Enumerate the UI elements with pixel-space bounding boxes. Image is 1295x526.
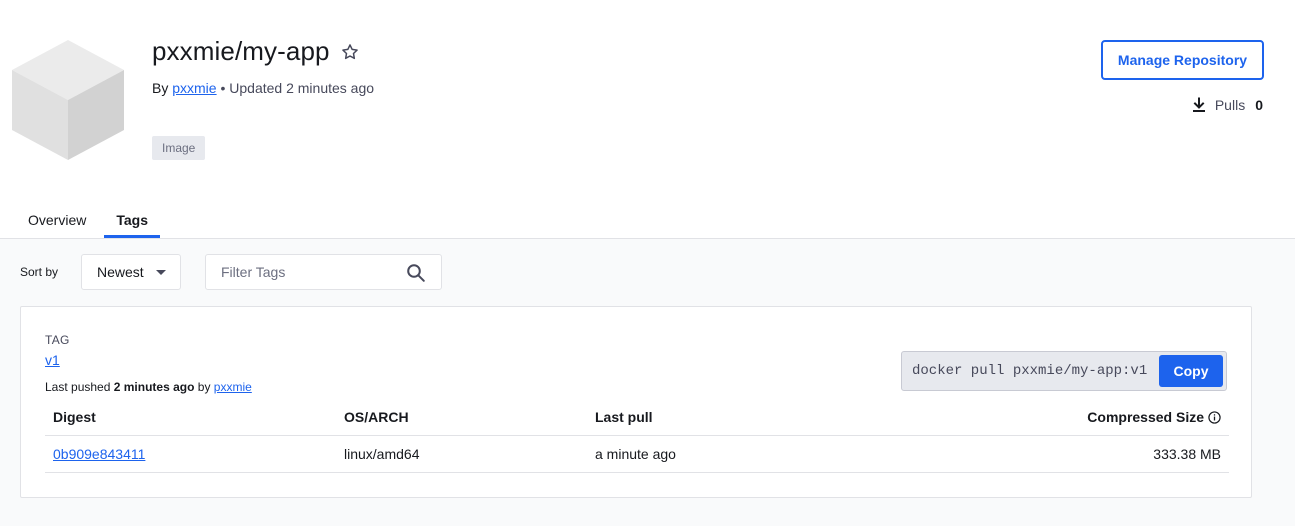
table-row: 0b909e843411 linux/amd64 a minute ago 33…: [45, 435, 1229, 473]
digest-table: Digest OS/ARCH Last pull Compressed Size…: [45, 399, 1229, 473]
repo-header: pxxmie/my-app By pxxmie • Updated 2 minu…: [0, 0, 1295, 238]
table-header-row: Digest OS/ARCH Last pull Compressed Size: [45, 399, 1229, 436]
tag-name-link[interactable]: v1: [45, 352, 60, 368]
caret-down-icon: [156, 270, 166, 275]
last-pushed-text: Last pushed 2 minutes ago by pxxmie: [45, 380, 252, 394]
column-os-arch: OS/ARCH: [336, 399, 587, 436]
column-compressed-size-label: Compressed Size: [1087, 408, 1204, 425]
digest-cell: 0b909e843411: [45, 435, 336, 473]
image-badge: Image: [152, 136, 206, 160]
pull-command-box: docker pull pxxmie/my-app:v1 Copy: [901, 351, 1227, 391]
info-icon[interactable]: [1208, 411, 1221, 424]
star-icon[interactable]: [340, 42, 360, 62]
column-digest: Digest: [45, 399, 336, 436]
repo-byline: By pxxmie • Updated 2 minutes ago: [152, 80, 374, 96]
repo-title-row: pxxmie/my-app: [152, 36, 360, 67]
sort-value: Newest: [97, 264, 144, 280]
copy-button[interactable]: Copy: [1159, 355, 1223, 387]
owner-link[interactable]: pxxmie: [172, 80, 216, 96]
repo-tabs: Overview Tags: [16, 204, 160, 238]
tag-heading: TAG: [45, 333, 70, 347]
download-icon: [1192, 97, 1205, 112]
pulls-count: 0: [1255, 97, 1263, 113]
pushed-by: by: [197, 380, 211, 394]
pulls-label: Pulls: [1214, 97, 1246, 113]
updated-text: • Updated 2 minutes ago: [220, 80, 375, 96]
pulls-stat: Pulls 0: [1191, 97, 1263, 113]
digest-link[interactable]: 0b909e843411: [53, 446, 145, 462]
column-compressed-size: Compressed Size: [887, 399, 1229, 436]
pull-command-text: docker pull pxxmie/my-app:v1: [912, 363, 1148, 379]
sort-label: Sort by: [20, 265, 59, 279]
filter-tags-input[interactable]: [206, 255, 386, 289]
sort-select[interactable]: Newest: [81, 254, 181, 290]
tags-panel: Sort by Newest TAG v1 Last pushed 2 minu…: [0, 238, 1295, 526]
pushed-time: 2 minutes ago: [113, 380, 195, 394]
pushed-prefix: Last pushed: [45, 380, 111, 394]
tag-card: TAG v1 Last pushed 2 minutes ago by pxxm…: [20, 306, 1252, 498]
repo-cube-icon: [12, 40, 124, 160]
by-prefix: By: [152, 80, 169, 96]
size-cell: 333.38 MB: [887, 435, 1229, 473]
pushed-user-link[interactable]: pxxmie: [214, 380, 252, 394]
column-last-pull: Last pull: [587, 399, 887, 436]
tab-tags[interactable]: Tags: [104, 204, 160, 238]
search-icon[interactable]: [406, 263, 426, 283]
manage-repository-button[interactable]: Manage Repository: [1101, 40, 1264, 80]
last-pull-cell: a minute ago: [587, 435, 887, 473]
os-arch-cell: linux/amd64: [336, 435, 587, 473]
tab-overview[interactable]: Overview: [16, 204, 98, 238]
filter-tags-box: [205, 254, 442, 290]
repo-title: pxxmie/my-app: [152, 36, 330, 66]
